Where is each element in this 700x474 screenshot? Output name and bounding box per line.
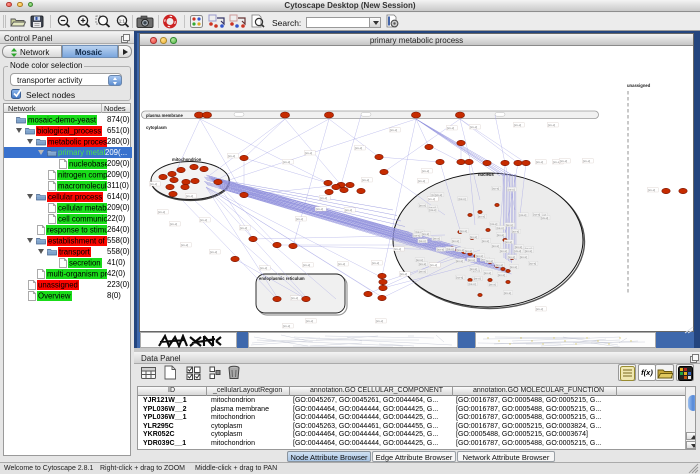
svg-text:[xx-x]: [xx-x] bbox=[210, 250, 217, 254]
svg-text:[xx-x]: [xx-x] bbox=[508, 188, 515, 192]
svg-text:[xx-x]: [xx-x] bbox=[520, 255, 527, 259]
svg-text:[xx-x]: [xx-x] bbox=[484, 271, 491, 275]
svg-text:[xx-x]: [xx-x] bbox=[283, 160, 290, 164]
svg-text:[xx-x]: [xx-x] bbox=[362, 178, 369, 182]
svg-text:[xx-x]: [xx-x] bbox=[413, 234, 420, 238]
svg-text:[xx-x]: [xx-x] bbox=[460, 229, 467, 233]
svg-text:[xx-x]: [xx-x] bbox=[419, 270, 426, 274]
svg-text:[xx-x]: [xx-x] bbox=[497, 233, 504, 237]
svg-text:[xx-x]: [xx-x] bbox=[648, 188, 655, 192]
svg-text:[xx-x]: [xx-x] bbox=[536, 160, 543, 164]
svg-text:[xx-x]: [xx-x] bbox=[447, 126, 454, 130]
svg-text:[xx-x]: [xx-x] bbox=[240, 226, 247, 230]
svg-text:[xx-x]: [xx-x] bbox=[316, 207, 323, 211]
svg-text:[xx-x]: [xx-x] bbox=[470, 267, 477, 271]
svg-text:[xx-x]: [xx-x] bbox=[291, 296, 298, 300]
svg-text:[xx-x]: [xx-x] bbox=[482, 239, 489, 243]
svg-text:[xx-x]: [xx-x] bbox=[459, 197, 466, 201]
svg-text:[xx-x]: [xx-x] bbox=[456, 275, 463, 279]
svg-text:[xx-x]: [xx-x] bbox=[283, 324, 290, 328]
svg-text:[xx-x]: [xx-x] bbox=[470, 125, 477, 129]
svg-text:cytoplasm: cytoplasm bbox=[146, 125, 167, 130]
svg-text:endoplasmic reticulum: endoplasmic reticulum bbox=[259, 276, 305, 281]
svg-text:[xx-x]: [xx-x] bbox=[228, 154, 235, 158]
svg-text:[xx-x]: [xx-x] bbox=[158, 210, 165, 214]
svg-text:[xx-x]: [xx-x] bbox=[519, 213, 526, 217]
svg-text:[xx-x]: [xx-x] bbox=[452, 239, 459, 243]
svg-text:[xx-x]: [xx-x] bbox=[419, 203, 426, 207]
svg-text:[xx-x]: [xx-x] bbox=[422, 169, 429, 173]
svg-text:[xx-x]: [xx-x] bbox=[510, 265, 517, 269]
svg-text:[xx-x]: [xx-x] bbox=[486, 259, 493, 263]
svg-text:[xx-x]: [xx-x] bbox=[465, 249, 472, 253]
svg-text:[xx-x]: [xx-x] bbox=[419, 239, 426, 243]
svg-text:[xx-x]: [xx-x] bbox=[478, 214, 485, 218]
svg-text:unassigned: unassigned bbox=[627, 83, 651, 88]
svg-text:[xx-x]: [xx-x] bbox=[514, 123, 521, 127]
svg-text:[xx-x]: [xx-x] bbox=[474, 277, 481, 281]
svg-text:[xx-x]: [xx-x] bbox=[468, 258, 475, 262]
svg-text:[xx-x]: [xx-x] bbox=[418, 179, 425, 183]
svg-text:[xx-x]: [xx-x] bbox=[430, 263, 437, 267]
svg-text:[xx-x]: [xx-x] bbox=[305, 151, 312, 155]
svg-text:[xx-x]: [xx-x] bbox=[338, 262, 345, 266]
svg-text:[xx-x]: [xx-x] bbox=[508, 255, 515, 259]
svg-text:[xx-x]: [xx-x] bbox=[515, 245, 522, 249]
svg-text:[xx-x]: [xx-x] bbox=[583, 159, 590, 163]
svg-text:[xx-x]: [xx-x] bbox=[186, 194, 193, 198]
svg-text:1:1: 1:1 bbox=[119, 18, 126, 23]
svg-text:[xx-x]: [xx-x] bbox=[306, 319, 313, 323]
svg-text:[xx-x]: [xx-x] bbox=[170, 222, 177, 226]
svg-text:[xx-x]: [xx-x] bbox=[548, 123, 555, 127]
svg-text:[xx-x]: [xx-x] bbox=[422, 232, 429, 236]
svg-text:[xx-x]: [xx-x] bbox=[497, 226, 504, 230]
svg-text:[xx-x]: [xx-x] bbox=[296, 217, 303, 221]
svg-text:[xx-x]: [xx-x] bbox=[437, 248, 444, 252]
svg-text:[xx-x]: [xx-x] bbox=[320, 196, 327, 200]
svg-text:[xx-x]: [xx-x] bbox=[469, 282, 476, 286]
svg-text:[xx-x]: [xx-x] bbox=[496, 263, 503, 267]
svg-text:[xx-x]: [xx-x] bbox=[500, 249, 507, 253]
svg-text:[xx-x]: [xx-x] bbox=[492, 186, 499, 190]
svg-text:[xx-x]: [xx-x] bbox=[447, 247, 454, 251]
svg-text:[xx-x]: [xx-x] bbox=[560, 159, 567, 163]
svg-text:[xx-x]: [xx-x] bbox=[394, 247, 401, 251]
svg-text:[xx-x]: [xx-x] bbox=[433, 237, 440, 241]
svg-text:[xx-x]: [xx-x] bbox=[536, 307, 543, 311]
svg-text:[xx-x]: [xx-x] bbox=[400, 272, 407, 276]
svg-text:[xx-x]: [xx-x] bbox=[376, 319, 383, 323]
svg-text:[xx-x]: [xx-x] bbox=[150, 182, 157, 186]
svg-text:[xx-x]: [xx-x] bbox=[428, 197, 435, 201]
svg-text:[xx-x]: [xx-x] bbox=[504, 291, 511, 295]
svg-text:[xx-x]: [xx-x] bbox=[303, 263, 310, 267]
svg-text:[xx-x]: [xx-x] bbox=[505, 240, 512, 244]
svg-text:[xx-x]: [xx-x] bbox=[512, 230, 519, 234]
svg-text:[xx-x]: [xx-x] bbox=[200, 218, 207, 222]
svg-text:[xx-x]: [xx-x] bbox=[457, 248, 464, 252]
svg-text:[xx-x]: [xx-x] bbox=[435, 193, 442, 197]
svg-text:[xx-x]: [xx-x] bbox=[489, 282, 496, 286]
svg-text:[xx-x]: [xx-x] bbox=[390, 128, 397, 132]
svg-text:[xx-x]: [xx-x] bbox=[372, 261, 379, 265]
svg-text:[xx-x]: [xx-x] bbox=[260, 266, 267, 270]
svg-text:[xx-x]: [xx-x] bbox=[506, 223, 513, 227]
svg-text:[xx-x]: [xx-x] bbox=[492, 244, 499, 248]
svg-text:[xx-x]: [xx-x] bbox=[456, 259, 463, 263]
svg-text:nucleus: nucleus bbox=[478, 172, 494, 177]
svg-text:mitochondrion: mitochondrion bbox=[172, 157, 202, 162]
svg-text:plasma membrane: plasma membrane bbox=[146, 113, 183, 118]
svg-text:[xx-x]: [xx-x] bbox=[181, 243, 188, 247]
svg-text:[xx-x]: [xx-x] bbox=[533, 213, 540, 217]
svg-text:[xx-x]: [xx-x] bbox=[345, 208, 352, 212]
svg-text:[xx-x]: [xx-x] bbox=[429, 208, 436, 212]
svg-text:[xx-x]: [xx-x] bbox=[419, 262, 426, 266]
svg-text:[xx-x]: [xx-x] bbox=[470, 235, 477, 239]
svg-text:[xx-x]: [xx-x] bbox=[541, 216, 548, 220]
svg-text:[xx-x]: [xx-x] bbox=[529, 262, 536, 266]
svg-text:[xx-x]: [xx-x] bbox=[355, 146, 362, 150]
svg-text:[xx-x]: [xx-x] bbox=[476, 254, 483, 258]
svg-text:[xx-x]: [xx-x] bbox=[514, 249, 521, 253]
svg-text:[xx-x]: [xx-x] bbox=[498, 273, 505, 277]
svg-text:[xx-x]: [xx-x] bbox=[525, 249, 532, 253]
